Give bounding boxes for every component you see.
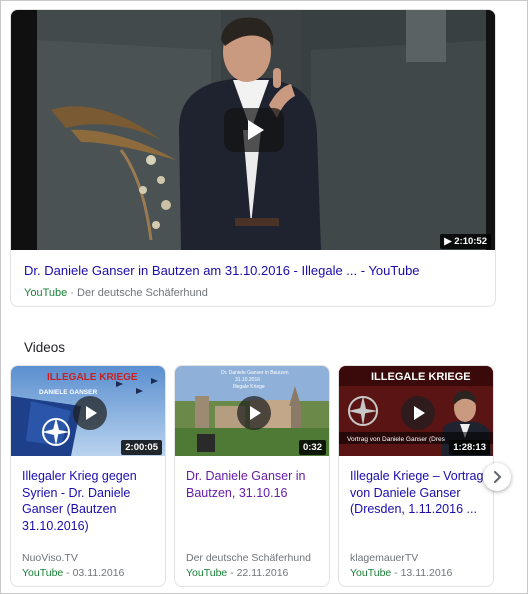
search-results-panel: ▶ 2:10:52 Dr. Daniele Ganser in Bautzen …	[0, 0, 528, 594]
video-duration: 1:28:13	[449, 440, 490, 455]
video-date: - 03.11.2016	[63, 567, 125, 579]
thumbnail-title-text: Dr. Daniele Ganser in Bautzen	[221, 370, 289, 376]
featured-video-thumbnail[interactable]: ▶ 2:10:52	[11, 10, 495, 250]
thumbnail-title-text: ILLEGALE KRIEGE	[371, 371, 471, 383]
thumbnail-subtitle-text: 31.10.2016	[235, 377, 260, 383]
video-platform: YouTube	[350, 567, 392, 579]
carousel-next-button[interactable]	[483, 463, 511, 491]
video-channel: klagemauerTV	[350, 552, 419, 564]
video-thumbnail[interactable]: ILLEGALE KRIEGE Vortrag von Daniele Gans…	[339, 366, 493, 456]
source-platform: YouTube	[24, 287, 68, 299]
video-duration: ▶ 2:10:52	[440, 234, 491, 249]
featured-video-title-link[interactable]: Dr. Daniele Ganser in Bautzen am 31.10.2…	[24, 263, 484, 278]
play-button[interactable]	[73, 396, 107, 430]
video-channel: NuoViso.TV	[22, 552, 78, 564]
source-channel: Der deutsche Schäferhund	[77, 287, 208, 299]
thumbnail-subtitle-text: DANIELE GANSER	[39, 389, 97, 396]
video-channel: Der deutsche Schäferhund	[186, 552, 311, 564]
play-button[interactable]	[237, 396, 271, 430]
play-button[interactable]	[401, 396, 435, 430]
video-meta: YouTube - 03.11.2016	[22, 567, 124, 579]
video-platform: YouTube	[22, 567, 64, 579]
play-button[interactable]	[224, 108, 284, 152]
video-platform: YouTube	[186, 567, 228, 579]
videos-section-heading: Videos	[24, 340, 66, 355]
video-date: - 22.11.2016	[227, 567, 289, 579]
video-duration: 0:32	[298, 440, 326, 455]
thumbnail-subtitle-text: Vortrag von Daniele Ganser (Dres	[347, 436, 446, 443]
play-icon	[86, 406, 97, 420]
source-separator: ·	[67, 287, 78, 299]
video-date: - 13.11.2016	[391, 567, 453, 579]
video-card[interactable]: ILLEGALE KRIEGE DANIELE GANSER 2:00:05 I…	[10, 365, 166, 587]
thumbnail-subtitle-text-2: Illegale Kriege	[233, 384, 265, 390]
video-duration: 2:00:05	[121, 440, 162, 455]
thumbnail-title-text: ILLEGALE KRIEGE	[47, 372, 138, 383]
featured-video-source: YouTube · Der deutsche Schäferhund	[24, 287, 208, 299]
video-meta: YouTube - 22.11.2016	[186, 567, 288, 579]
featured-video-card[interactable]: ▶ 2:10:52 Dr. Daniele Ganser in Bautzen …	[10, 9, 496, 307]
play-icon	[248, 120, 264, 140]
video-title-link[interactable]: Illegaler Krieg gegen Syrien - Dr. Danie…	[22, 468, 162, 534]
video-thumbnail[interactable]: Dr. Daniele Ganser in Bautzen 31.10.2016…	[175, 366, 329, 456]
video-card[interactable]: Dr. Daniele Ganser in Bautzen 31.10.2016…	[174, 365, 330, 587]
play-icon	[414, 406, 425, 420]
chevron-right-icon	[494, 471, 501, 483]
video-thumbnail[interactable]: ILLEGALE KRIEGE DANIELE GANSER 2:00:05	[11, 366, 165, 456]
video-title-link[interactable]: Dr. Daniele Ganser in Bautzen, 31.10.16	[186, 468, 326, 501]
play-icon	[250, 406, 261, 420]
video-meta: YouTube - 13.11.2016	[350, 567, 452, 579]
video-title-link[interactable]: Illegale Kriege – Vortrag von Daniele Ga…	[350, 468, 490, 518]
video-card[interactable]: ILLEGALE KRIEGE Vortrag von Daniele Gans…	[338, 365, 494, 587]
